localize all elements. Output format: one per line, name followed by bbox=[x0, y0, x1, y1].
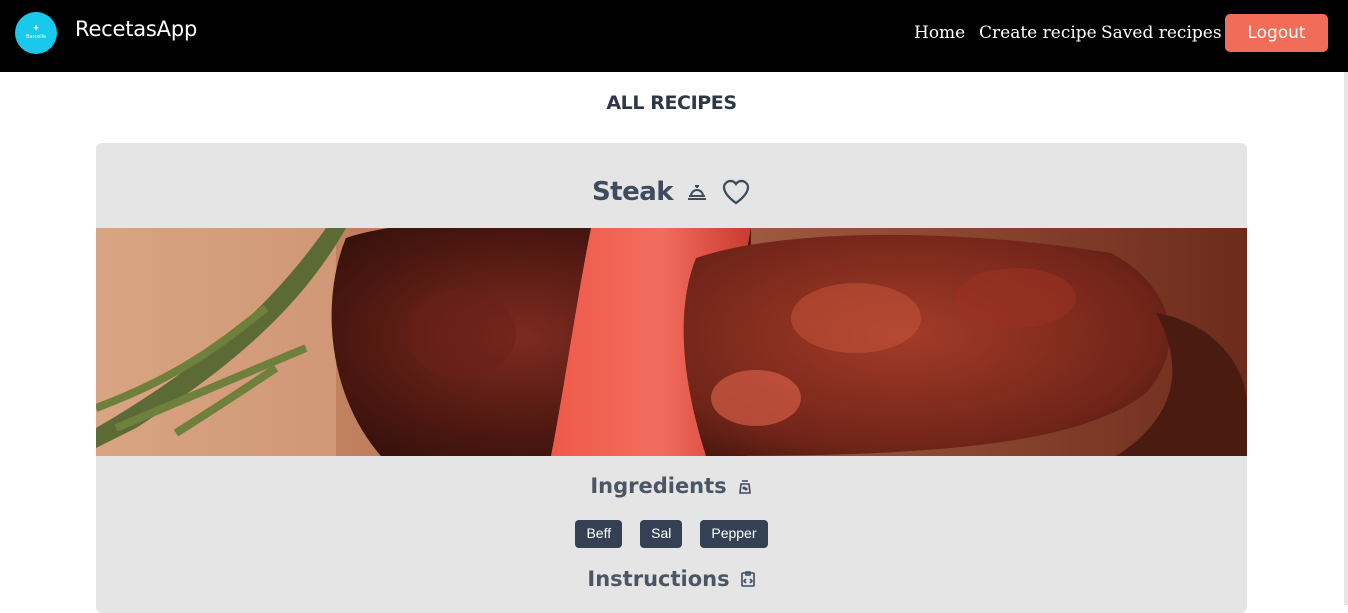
salt-shaker-icon bbox=[737, 477, 753, 495]
nav-home-link[interactable]: Home bbox=[914, 23, 965, 43]
ingredient-tag: Pepper bbox=[700, 520, 768, 548]
instructions-title: Instructions bbox=[587, 567, 730, 591]
steak-photo bbox=[96, 228, 1247, 456]
recipe-image bbox=[96, 228, 1247, 456]
logo-mark-icon: ✦ bbox=[32, 24, 40, 34]
recipe-card: Steak Ingredients Beff Sal Pepper Instru… bbox=[96, 143, 1247, 613]
instructions-heading-row: Instructions bbox=[96, 567, 1247, 591]
page-title: ALL RECIPES bbox=[606, 92, 737, 114]
ingredient-tag: Sal bbox=[640, 520, 683, 548]
logo-text: Barcelle bbox=[25, 34, 47, 40]
recipe-title-row: Steak bbox=[96, 177, 1247, 207]
brand-name[interactable]: RecetasApp bbox=[75, 17, 197, 41]
cloche-icon bbox=[685, 180, 709, 204]
heart-icon[interactable] bbox=[721, 178, 751, 206]
nav-create-recipe-link[interactable]: Create recipe bbox=[979, 23, 1097, 43]
app-logo[interactable]: ✦ Barcelle bbox=[15, 12, 57, 54]
ingredients-heading-row: Ingredients bbox=[96, 474, 1247, 498]
recipe-title: Steak bbox=[591, 177, 674, 207]
nav-saved-recipes-link[interactable]: Saved recipes bbox=[1101, 23, 1222, 43]
ingredients-title: Ingredients bbox=[590, 474, 727, 498]
ingredient-tag: Beff bbox=[575, 520, 623, 548]
clipboard-code-icon bbox=[740, 570, 756, 588]
top-navbar: ✦ Barcelle RecetasApp Home Create recipe… bbox=[0, 0, 1348, 72]
ingredient-tags: Beff Sal Pepper bbox=[96, 520, 1247, 548]
page-scrollbar[interactable] bbox=[1344, 72, 1348, 605]
logout-button[interactable]: Logout bbox=[1225, 14, 1328, 52]
